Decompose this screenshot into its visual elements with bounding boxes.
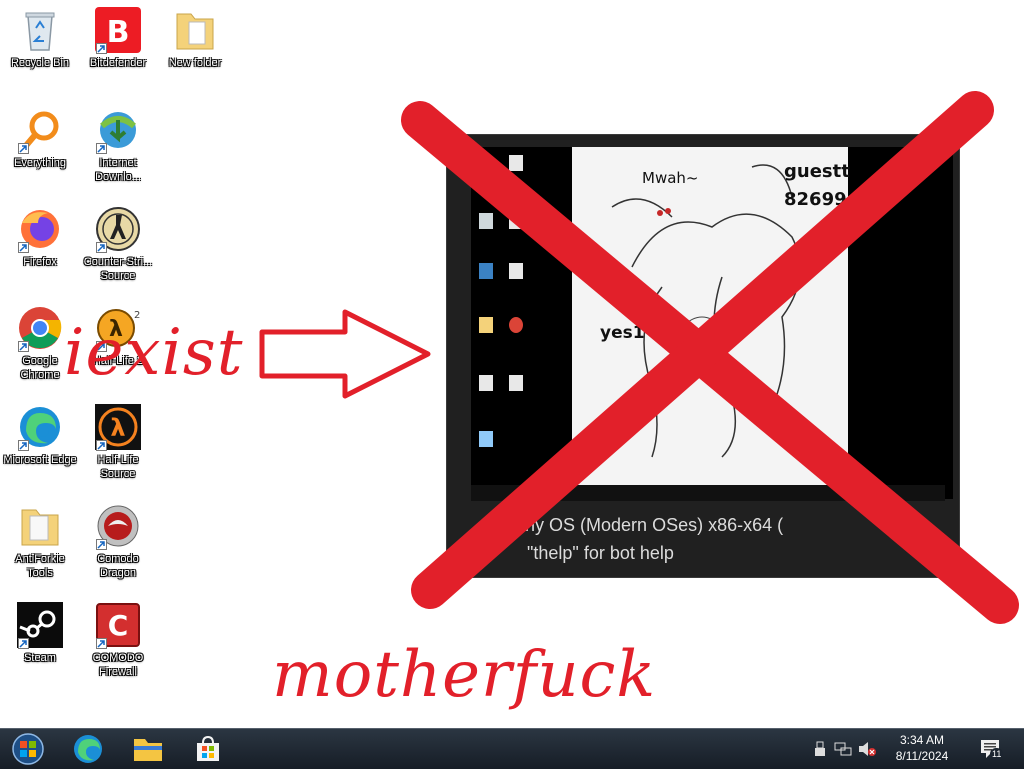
pasted-drawing-text: 82699 [784,189,847,210]
desktop-icon-internet-download-manager[interactable]: Internet Downlo... [78,106,158,184]
taskbar-store-button[interactable] [182,732,234,766]
mini-file-icon [479,213,493,229]
shortcut-arrow-icon [96,143,107,154]
folder-icon [171,6,219,54]
shortcut-arrow-icon [96,242,107,253]
desktop-icon-label: Bitdefender [89,57,147,69]
pasted-drawing: Mwah~ guestt 82699 yes1 [572,147,850,485]
shortcut-arrow-icon [18,143,29,154]
desktop-icon-label: Comodo Dragon [97,553,139,579]
pasted-drawing-text: Mwah~ [642,169,699,187]
desktop-icon-antiforkie-tools[interactable]: AntiForkie Tools [0,502,80,580]
handwritten-iexist: iexist [64,316,244,390]
desktop-icon-label: COMODO Firewall [92,652,144,678]
svg-text:λ: λ [110,414,125,442]
mini-file-icon [479,431,493,447]
pasted-drawing-text: guestt [784,161,850,182]
caption-line: "thelp" for bot help [527,543,674,563]
desktop-icon-label: Firefox [23,256,57,268]
desktop-icon-label: Half-Life Source [97,454,139,480]
mini-file-icon [509,375,523,391]
mini-chrome-icon [509,317,523,333]
network-icon[interactable] [834,741,852,762]
desktop-icon-label: AntiForkie Tools [15,553,65,579]
pasted-screenshot-taskbar [471,485,945,501]
pasted-screenshot-caption: I... Any OS (Modern OSes) x86-x64 ( "the… [471,511,945,567]
shortcut-arrow-icon [96,440,107,451]
start-orb-icon [12,733,44,765]
shortcut-arrow-icon [96,539,107,550]
pasted-screenshot: Mwah~ guestt 82699 yes1 I... Any OS (Mod… [446,134,960,578]
desktop-icon-label: Counter-Stri... Source [83,256,153,282]
everything-search-icon [16,106,64,154]
desktop-icon-label: Steam [24,652,56,664]
microsoft-store-icon [197,735,219,761]
desktop-icon-label: New folder [168,57,222,69]
desktop-icon-recycle-bin[interactable]: Recycle Bin [0,6,80,70]
volume-muted-icon[interactable] [858,741,876,762]
mini-folder-icon [479,317,493,333]
shortcut-arrow-icon [96,638,107,649]
svg-text:C: C [108,609,129,642]
desktop-icon-label: Internet Downlo... [95,157,141,183]
clock-date: 8/11/2024 [895,749,949,763]
bitdefender-icon: B [94,6,142,54]
desktop-icon-comodo-dragon[interactable]: Comodo Dragon [78,502,158,580]
svg-text:B: B [107,15,130,50]
system-tray: 3:34 AM 8/11/2024 11 [804,729,1024,769]
shortcut-arrow-icon [18,638,29,649]
desktop-icon-bitdefender[interactable]: B Bitdefender [78,6,158,70]
mini-file-icon [509,263,523,279]
desktop-icon-comodo-firewall[interactable]: C COMODO Firewall [78,601,158,679]
steam-icon [16,601,64,649]
pasted-drawing-text: yes1 [600,323,645,343]
firefox-icon [16,205,64,253]
mini-file-icon [509,213,523,229]
taskbar: 3:34 AM 8/11/2024 11 [0,728,1024,769]
desktop-icon-microsoft-edge[interactable]: Microsoft Edge [0,403,80,467]
usb-eject-icon[interactable] [814,741,826,762]
start-button[interactable] [2,732,54,766]
clock[interactable]: 3:34 AM 8/11/2024 [882,732,962,764]
counter-strike-icon [94,205,142,253]
internet-download-manager-icon [94,106,142,154]
desktop-icon-label: Recycle Bin [10,57,70,69]
desktop-icon-half-life-source[interactable]: λ Half-Life Source [78,403,158,481]
recycle-bin-icon [16,6,64,54]
shortcut-arrow-icon [96,43,107,54]
edge-icon [74,735,102,763]
desktop-icon-new-folder[interactable]: New folder [155,6,235,70]
desktop-icon-everything[interactable]: Everything [0,106,80,170]
action-center-button[interactable]: 11 [978,737,1004,766]
desktop-icon-label: Microsoft Edge [3,454,77,466]
taskbar-edge-button[interactable] [62,732,114,766]
shortcut-arrow-icon [18,242,29,253]
mini-file-icon [479,375,493,391]
folder-icon [16,502,64,550]
mini-file-icon [509,155,523,171]
half-life-source-icon: λ [94,403,142,451]
file-explorer-icon [134,739,162,761]
clock-time: 3:34 AM [899,733,945,747]
mini-vmware-icon [479,263,493,279]
desktop-icon-firefox[interactable]: Firefox [0,205,80,269]
caption-line: I... Any OS (Modern OSes) x86-x64 ( [489,515,784,535]
desktop-icon-label: Everything [14,157,66,169]
shortcut-arrow-icon [18,341,29,352]
chrome-icon [16,304,64,352]
desktop-icon-counter-strike-source[interactable]: Counter-Stri... Source [78,205,158,283]
desktop: Recycle Bin B Bitdefender New folder Eve… [0,0,1024,728]
comodo-firewall-icon: C [94,601,142,649]
taskbar-file-explorer-button[interactable] [122,732,174,766]
arrow-shape [259,309,431,399]
handwritten-caption: motherfuck [272,638,657,712]
comodo-dragon-icon [94,502,142,550]
desktop-icon-steam[interactable]: Steam [0,601,80,665]
shortcut-arrow-icon [18,440,29,451]
edge-icon [16,403,64,451]
